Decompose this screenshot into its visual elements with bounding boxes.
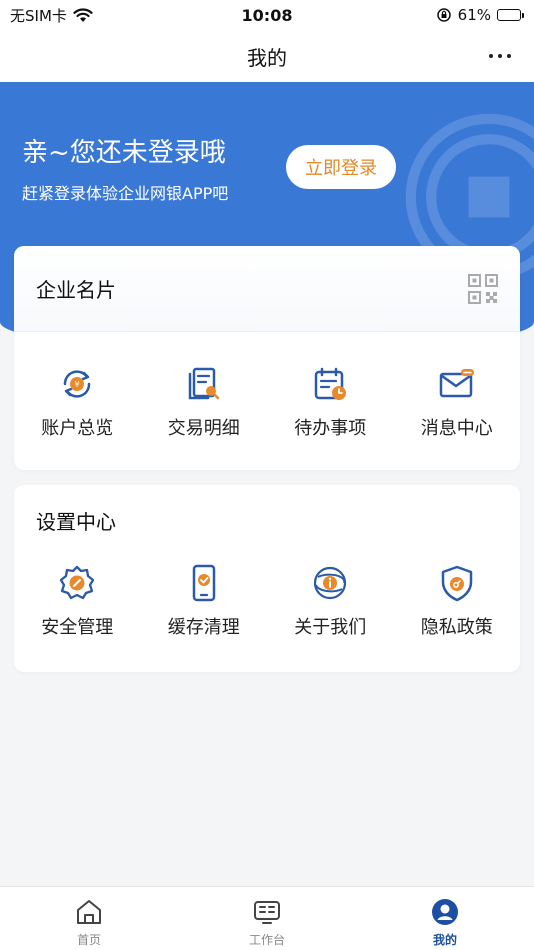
more-dots-icon[interactable] [484, 42, 516, 70]
todo-label: 待办事项 [294, 418, 367, 439]
tab-home-label: 首页 [76, 933, 101, 947]
battery-percent: 61% [457, 6, 491, 24]
todo-calendar-icon [315, 367, 347, 400]
transaction-detail-icon [188, 367, 219, 400]
account-overview-item[interactable]: ¥ 账户总览 [14, 364, 140, 440]
business-card-grid: ¥ 账户总览 交易明细 待办事项 消息中心 [14, 364, 520, 440]
cache-phone-icon [192, 564, 215, 602]
tab-home[interactable]: 首页 [0, 887, 178, 950]
todo-item[interactable]: 待办事项 [267, 364, 393, 440]
about-us-item[interactable]: 关于我们 [267, 563, 393, 639]
message-center-item[interactable]: 消息中心 [394, 364, 520, 440]
message-center-label: 消息中心 [420, 418, 493, 439]
carrier-text: 无SIM卡 [10, 6, 67, 25]
qr-code-icon[interactable] [468, 273, 498, 304]
profile-page: 无SIM卡 10:08 61% 我的 亲~您还未登录哦 赶紧登录体验企业网银AP… [0, 0, 534, 950]
status-right: 61% [436, 6, 524, 24]
login-prompt-subtitle: 赶紧登录体验企业网银APP吧 [22, 184, 229, 203]
account-overview-icon: ¥ [63, 370, 91, 398]
business-card-header[interactable]: 企业名片 [14, 246, 520, 332]
security-management-label: 安全管理 [41, 617, 114, 638]
business-card-section: 企业名片 ¥ 账户总览 交易明细 待办事项 消息中心 [14, 246, 520, 470]
settings-section: 设置中心 安全管理 缓存清理 关于我们 隐私政策 [14, 485, 520, 672]
settings-header: 设置中心 [14, 485, 520, 555]
security-management-item[interactable]: 安全管理 [14, 563, 140, 639]
cache-clear-item[interactable]: 缓存清理 [141, 563, 267, 639]
svg-text:¥: ¥ [75, 380, 80, 389]
settings-title: 设置中心 [36, 509, 116, 534]
settings-grid: 安全管理 缓存清理 关于我们 隐私政策 [14, 563, 520, 639]
wifi-icon [73, 7, 93, 22]
home-icon [77, 900, 101, 924]
login-prompt-title: 亲~您还未登录哦 [22, 138, 226, 168]
tab-workbench-label: 工作台 [248, 933, 285, 947]
transaction-detail-item[interactable]: 交易明细 [141, 364, 267, 440]
nav-bar: 我的 [0, 30, 534, 82]
about-info-icon [314, 566, 347, 600]
privacy-policy-label: 隐私政策 [420, 617, 493, 638]
tab-workbench[interactable]: 工作台 [178, 887, 356, 950]
tab-bar: 首页 工作台 我的 [0, 886, 534, 950]
orientation-lock-icon [436, 8, 451, 22]
tab-profile-label: 我的 [432, 933, 457, 947]
workbench-icon [254, 901, 280, 924]
about-us-label: 关于我们 [294, 617, 367, 638]
privacy-shield-icon [441, 565, 472, 602]
battery-charging-icon [497, 9, 524, 21]
status-bar: 无SIM卡 10:08 61% [0, 0, 534, 30]
page-title: 我的 [247, 45, 287, 70]
security-gear-icon [60, 565, 95, 600]
status-left: 无SIM卡 [10, 5, 93, 26]
cache-clear-label: 缓存清理 [167, 617, 240, 638]
account-overview-label: 账户总览 [41, 418, 114, 439]
login-button[interactable]: 立即登录 [286, 145, 396, 189]
tab-profile[interactable]: 我的 [356, 887, 534, 950]
profile-icon [432, 899, 458, 925]
transaction-detail-label: 交易明细 [167, 418, 240, 439]
privacy-policy-item[interactable]: 隐私政策 [394, 563, 520, 639]
business-card-title: 企业名片 [36, 278, 116, 302]
message-mail-icon [439, 369, 474, 398]
